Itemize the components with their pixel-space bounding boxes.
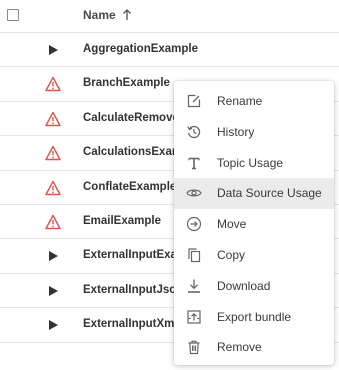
row-label: CalculateRemove — [83, 111, 179, 124]
menu-item-move[interactable]: Move — [174, 209, 334, 240]
menu-item-history[interactable]: History — [174, 117, 334, 148]
menu-item-label: Topic Usage — [217, 155, 284, 170]
select-all-checkbox[interactable] — [7, 9, 19, 21]
menu-item-label: Data Source Usage — [217, 186, 322, 201]
menu-item-topic-usage[interactable]: Topic Usage — [174, 148, 334, 179]
menu-item-download[interactable]: Download — [174, 271, 334, 302]
row-label: AggregationExample — [83, 43, 199, 55]
menu-item-label: Download — [217, 278, 271, 293]
copy-icon — [188, 248, 201, 263]
warning-icon — [45, 145, 61, 161]
table-row[interactable]: AggregationExample — [0, 33, 339, 68]
play-icon[interactable] — [45, 248, 61, 264]
table-header: Name — [0, 0, 339, 33]
context-menu: Rename History Topic Usage Data Source U… — [174, 81, 334, 365]
sort-ascending-icon[interactable] — [122, 8, 132, 22]
warning-icon — [45, 111, 61, 126]
trash-icon — [188, 341, 200, 355]
export-bundle-icon — [187, 309, 201, 324]
menu-item-label: Rename — [217, 94, 263, 108]
menu-item-remove[interactable]: Remove — [174, 332, 334, 363]
menu-item-data-source-usage[interactable]: Data Source Usage — [174, 178, 334, 210]
menu-item-label: History — [217, 124, 255, 139]
menu-item-rename[interactable]: Rename — [174, 86, 334, 117]
row-label: ConflateExample — [83, 180, 177, 193]
menu-item-copy[interactable]: Copy — [174, 240, 334, 271]
row-label: BranchExample — [83, 77, 170, 90]
play-icon[interactable] — [45, 42, 61, 58]
play-icon[interactable] — [45, 283, 61, 299]
history-icon — [187, 125, 201, 138]
menu-item-label: Move — [217, 217, 247, 232]
download-icon — [188, 279, 200, 293]
row-label: CalculationsExam — [83, 146, 183, 159]
warning-icon — [45, 214, 61, 230]
menu-item-label: Remove — [217, 340, 262, 355]
row-label: ExternalInputJso — [83, 283, 177, 296]
warning-icon — [45, 180, 61, 195]
warning-icon — [45, 77, 61, 92]
menu-item-export-bundle[interactable]: Export bundle — [174, 302, 334, 333]
move-icon — [186, 217, 202, 232]
play-icon[interactable] — [45, 317, 61, 333]
eye-icon — [186, 189, 202, 197]
row-label: EmailExample — [83, 215, 161, 227]
rename-icon — [187, 94, 201, 108]
row-label: ExternalInputXm — [83, 318, 175, 331]
menu-item-label: Export bundle — [217, 309, 292, 324]
menu-item-label: Copy — [217, 248, 246, 262]
name-column-header[interactable]: Name — [83, 8, 116, 22]
row-label: ExternalInputExa — [83, 249, 177, 262]
topic-usage-icon — [188, 157, 200, 169]
